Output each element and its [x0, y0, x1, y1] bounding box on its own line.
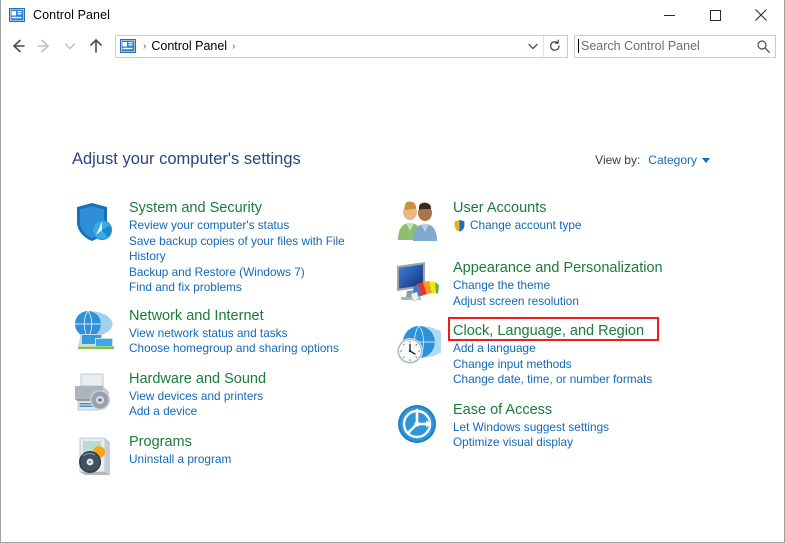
category-title[interactable]: Ease of Access: [453, 401, 693, 420]
category-column-right: User Accounts Change account type Appear…: [393, 198, 693, 457]
category-body: Clock, Language, and Region Add a langua…: [453, 321, 693, 388]
minimize-icon: [663, 14, 675, 16]
network-globe-icon[interactable]: [69, 306, 117, 354]
category-title[interactable]: System and Security: [129, 199, 369, 218]
breadcrumb-separator-0[interactable]: ›: [138, 41, 151, 52]
back-button[interactable]: [5, 33, 31, 59]
title-bar: Control Panel: [1, 0, 784, 30]
chevron-down-icon: [64, 43, 76, 50]
refresh-icon: [549, 39, 560, 51]
close-icon: [755, 9, 767, 21]
category-link[interactable]: Change input methods: [453, 357, 693, 373]
chevron-down-icon: [528, 43, 538, 50]
category-system-and-security: System and Security Review your computer…: [69, 198, 369, 296]
view-by-control: View by: Category: [595, 153, 710, 167]
forward-button[interactable]: [31, 33, 57, 59]
category-link[interactable]: View network status and tasks: [129, 326, 369, 342]
ease-of-access-icon[interactable]: [393, 400, 441, 448]
content-area: Adjust your computer's settings View by:…: [1, 62, 784, 541]
category-body: Hardware and Sound View devices and prin…: [129, 369, 369, 420]
category-title[interactable]: Hardware and Sound: [129, 370, 369, 389]
category-clock-language-and-region: Clock, Language, and Region Add a langua…: [393, 321, 693, 388]
maximize-icon: [709, 9, 721, 21]
category-link[interactable]: Add a language: [453, 341, 693, 357]
forward-arrow-icon: [37, 39, 49, 53]
category-link[interactable]: Add a device: [129, 404, 369, 420]
address-bar[interactable]: › Control Panel ›: [115, 34, 568, 58]
chevron-down-icon[interactable]: [702, 157, 710, 163]
category-link[interactable]: Change account type: [453, 218, 693, 234]
category-body: System and Security Review your computer…: [129, 198, 369, 296]
view-by-value[interactable]: Category: [648, 153, 697, 167]
category-appearance-and-personalization: Appearance and Personalization Change th…: [393, 258, 693, 309]
up-arrow-icon: [90, 39, 102, 53]
category-link[interactable]: Change the theme: [453, 278, 693, 294]
search-caret: [578, 39, 579, 53]
category-link[interactable]: Adjust screen resolution: [453, 294, 693, 310]
category-link[interactable]: Save backup copies of your files with Fi…: [129, 234, 357, 265]
category-user-accounts: User Accounts Change account type: [393, 198, 693, 246]
category-body: Programs Uninstall a program: [129, 432, 369, 468]
control-panel-icon: [9, 8, 25, 22]
category-column-left: System and Security Review your computer…: [69, 198, 369, 486]
category-network-and-internet: Network and Internet View network status…: [69, 306, 369, 357]
category-link[interactable]: Change date, time, or number formats: [453, 372, 693, 388]
user-accounts-icon[interactable]: [393, 198, 441, 246]
category-link[interactable]: Optimize visual display: [453, 435, 693, 451]
programs-disc-icon[interactable]: [69, 432, 117, 480]
uac-shield-icon: [454, 220, 465, 232]
search-icon[interactable]: [756, 39, 771, 54]
printer-hardware-icon[interactable]: [69, 369, 117, 417]
category-link[interactable]: Backup and Restore (Windows 7): [129, 265, 369, 281]
back-arrow-icon: [13, 39, 25, 53]
category-hardware-and-sound: Hardware and Sound View devices and prin…: [69, 369, 369, 420]
navigation-toolbar: › Control Panel › Search Control Panel: [1, 30, 784, 62]
breadcrumb-item-control-panel[interactable]: Control Panel: [151, 39, 227, 53]
search-input[interactable]: Search Control Panel: [581, 39, 756, 53]
category-title[interactable]: Appearance and Personalization: [453, 259, 693, 278]
shield-security-icon[interactable]: [69, 198, 117, 246]
category-body: User Accounts Change account type: [453, 198, 693, 234]
appearance-monitor-icon[interactable]: [393, 258, 441, 306]
category-link[interactable]: Review your computer's status: [129, 218, 369, 234]
close-button[interactable]: [738, 0, 784, 30]
search-box[interactable]: Search Control Panel: [574, 34, 776, 58]
category-programs: Programs Uninstall a program: [69, 432, 369, 480]
view-by-label: View by:: [595, 153, 641, 167]
category-link[interactable]: Choose homegroup and sharing options: [129, 341, 369, 357]
breadcrumb-control-panel-icon[interactable]: [120, 38, 136, 54]
category-ease-of-access: Ease of Access Let Windows suggest setti…: [393, 400, 693, 451]
page-title: Adjust your computer's settings: [72, 150, 301, 168]
category-title[interactable]: Clock, Language, and Region: [453, 322, 693, 341]
category-body: Network and Internet View network status…: [129, 306, 369, 357]
control-panel-window: Control Panel › Control Panel › Search C…: [0, 0, 785, 543]
window-title: Control Panel: [33, 8, 111, 22]
category-link[interactable]: Uninstall a program: [129, 452, 369, 468]
refresh-button[interactable]: [543, 35, 565, 57]
category-link[interactable]: Let Windows suggest settings: [453, 420, 693, 436]
category-link[interactable]: Find and fix problems: [129, 280, 369, 296]
category-title[interactable]: Network and Internet: [129, 307, 369, 326]
category-body: Appearance and Personalization Change th…: [453, 258, 693, 309]
address-dropdown-button[interactable]: [523, 36, 543, 57]
category-title[interactable]: User Accounts: [453, 199, 693, 218]
category-title[interactable]: Programs: [129, 433, 369, 452]
recent-locations-button[interactable]: [57, 33, 83, 59]
minimize-button[interactable]: [646, 0, 692, 30]
category-body: Ease of Access Let Windows suggest setti…: [453, 400, 693, 451]
up-button[interactable]: [83, 33, 109, 59]
category-link-label: Change account type: [470, 218, 582, 232]
category-link[interactable]: View devices and printers: [129, 389, 369, 405]
maximize-button[interactable]: [692, 0, 738, 30]
clock-globe-icon[interactable]: [393, 321, 441, 369]
window-controls: [646, 0, 784, 30]
breadcrumb-separator-1[interactable]: ›: [227, 41, 240, 52]
